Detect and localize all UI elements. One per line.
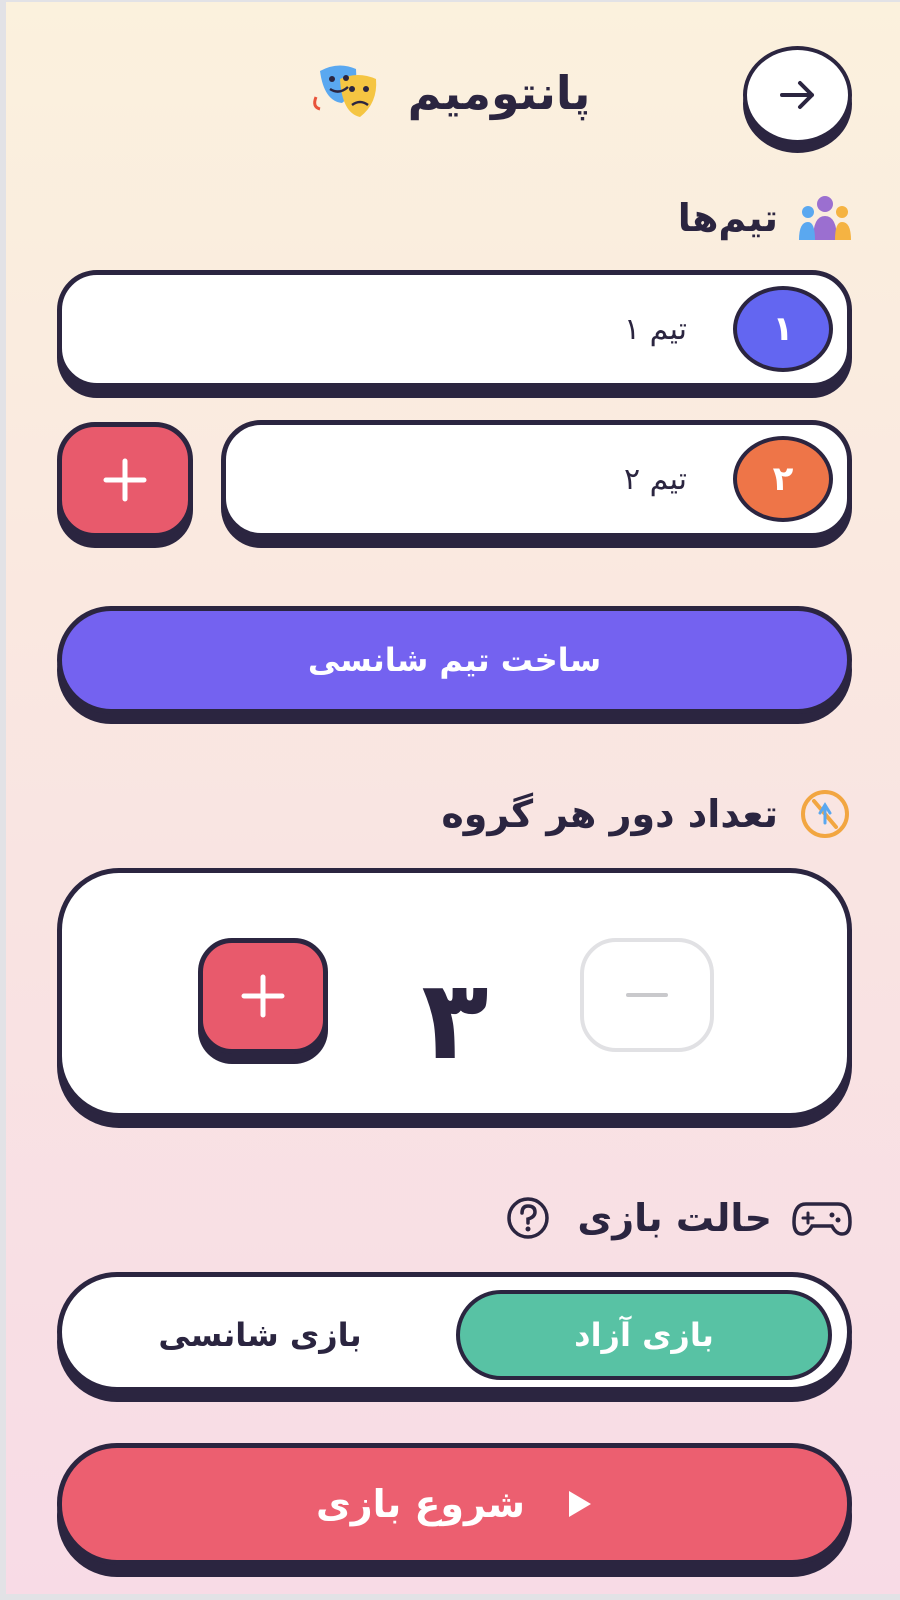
rounds-heading: تعداد دور هر گروه (441, 786, 852, 842)
plus-icon (241, 974, 285, 1018)
random-team-label: ساخت تیم شانسی (307, 641, 602, 679)
teams-heading-label: تیم‌ها (677, 196, 778, 240)
start-game-label: شروع بازی (315, 1482, 526, 1526)
minus-icon (626, 993, 668, 997)
team-number-badge: ۲ (733, 436, 833, 522)
page-title: پانتومیم (407, 66, 591, 120)
increment-rounds-button[interactable] (198, 938, 328, 1054)
play-icon (569, 1491, 592, 1517)
team-number-badge: ۱ (733, 286, 833, 372)
random-team-button[interactable]: ساخت تیم شانسی (57, 606, 852, 714)
mode-option-label: بازی آزاد (574, 1316, 714, 1354)
team-card[interactable]: ۲ تیم ۲ (221, 420, 852, 538)
team-name[interactable]: تیم ۱ (624, 312, 687, 347)
mode-option-label: بازی شانسی (158, 1316, 362, 1354)
team-number: ۲ (772, 459, 794, 499)
mode-option-free[interactable]: بازی آزاد (456, 1290, 832, 1380)
people-group-icon (799, 196, 851, 240)
teams-heading: تیم‌ها (678, 190, 852, 246)
add-team-button[interactable] (57, 422, 193, 538)
timer-dial-icon (801, 790, 849, 838)
plus-icon (103, 458, 147, 502)
start-game-button[interactable]: شروع بازی (57, 1443, 852, 1565)
rounds-value: ۳ (421, 956, 489, 1084)
arrow-right-icon (779, 81, 814, 109)
rounds-heading-label: تعداد دور هر گروه (441, 792, 778, 836)
header: پانتومیم (300, 58, 600, 128)
question-circle-icon[interactable] (505, 1195, 551, 1241)
team-name[interactable]: تیم ۲ (624, 462, 687, 497)
decrement-rounds-button[interactable] (580, 938, 714, 1052)
theater-masks-icon (312, 65, 376, 117)
team-card[interactable]: ۱ تیم ۱ (57, 270, 852, 388)
gamepad-icon (792, 1202, 852, 1236)
team-number: ۱ (772, 309, 794, 349)
mode-heading-label: حالت بازی (577, 1196, 772, 1240)
mode-heading: حالت بازی (505, 1190, 852, 1246)
back-button[interactable] (743, 46, 852, 144)
mode-option-random[interactable]: بازی شانسی (80, 1290, 440, 1380)
